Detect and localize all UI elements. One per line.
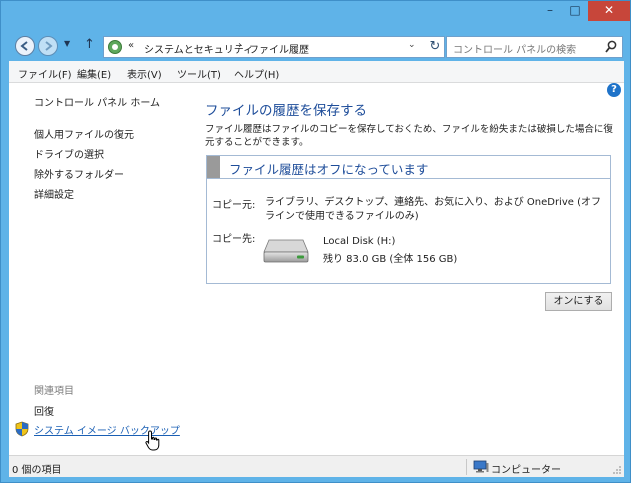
destination-disk-name: Local Disk (H:) <box>323 236 396 247</box>
page-title: ファイルの履歴を保存する <box>205 103 367 119</box>
panel-divider <box>207 178 610 179</box>
copy-destination-label: コピー先: <box>212 234 256 245</box>
related-items-heading: 関連項目 <box>34 386 74 397</box>
sidebar-item-advanced-settings[interactable]: 詳細設定 <box>34 186 74 201</box>
address-dropdown-icon[interactable]: ⌄ <box>408 40 416 50</box>
sidebar-item-select-drive[interactable]: ドライブの選択 <box>34 146 104 161</box>
status-divider <box>466 459 467 475</box>
page-description: ファイル履歴はファイルのコピーを保存しておくため、ファイルを紛失または破損した場… <box>205 124 613 148</box>
menu-view[interactable]: 表示(V) <box>127 66 162 81</box>
hand-cursor-icon <box>145 430 160 451</box>
sidebar-item-exclude-folders[interactable]: 除外するフォルダー <box>34 166 124 181</box>
content-area: コントロール パネル ホーム 個人用ファイルの復元 ドライブの選択 除外するフォ… <box>9 83 624 455</box>
control-panel-icon <box>108 40 122 54</box>
menu-help[interactable]: ヘルプ(H) <box>234 66 279 81</box>
status-title: ファイル履歴はオフになっています <box>229 162 429 177</box>
search-placeholder: コントロール パネルの検索 <box>453 45 577 56</box>
menu-file[interactable]: ファイル(F) <box>18 66 72 81</box>
address-bar[interactable]: « システムとセキュリティ › ファイル履歴 ⌄ ↻ <box>103 36 445 58</box>
breadcrumb-separator[interactable]: › <box>238 40 242 51</box>
destination-disk-space: 残り 83.0 GB (全体 156 GB) <box>323 254 458 265</box>
sidebar-item-recovery[interactable]: 回復 <box>34 403 54 418</box>
search-icon[interactable] <box>605 40 617 54</box>
item-count: 0 個の項目 <box>12 465 62 476</box>
recent-locations-chevron-icon[interactable]: ▼ <box>64 39 70 48</box>
up-arrow-icon[interactable]: ↑ <box>84 37 95 52</box>
breadcrumb-file-history[interactable]: ファイル履歴 <box>249 41 309 56</box>
navigation-bar: ▼ ↑ « システムとセキュリティ › ファイル履歴 ⌄ ↻ コントロール パネ… <box>9 31 624 61</box>
breadcrumb-system-security[interactable]: システムとセキュリティ <box>144 41 253 56</box>
uac-shield-icon <box>15 421 29 437</box>
hard-drive-icon <box>263 239 309 263</box>
status-bar: 0 個の項目 コンピューター <box>9 455 624 477</box>
turn-on-button[interactable]: オンにする <box>545 292 612 311</box>
refresh-icon[interactable]: ↻ <box>426 39 444 54</box>
forward-arrow-icon[interactable] <box>38 36 58 56</box>
menu-edit[interactable]: 編集(E) <box>77 66 111 81</box>
sidebar-item-restore-files[interactable]: 個人用ファイルの復元 <box>34 126 134 141</box>
maximize-button[interactable]: □ <box>563 1 587 21</box>
computer-icon <box>473 460 489 473</box>
search-input[interactable]: コントロール パネルの検索 <box>446 36 623 58</box>
back-arrow-icon[interactable] <box>15 36 35 56</box>
status-indicator-bar <box>207 156 220 178</box>
help-icon[interactable]: ? <box>607 83 621 97</box>
close-button[interactable]: ✕ <box>588 1 630 21</box>
window-frame: – □ ✕ ▼ ↑ « システムとセキュリティ › ファイル履歴 ⌄ ↻ コント… <box>0 0 631 483</box>
file-history-status-panel: ファイル履歴はオフになっています コピー元: ライブラリ、デスクトップ、連絡先、… <box>206 155 611 284</box>
status-location: コンピューター <box>491 465 561 476</box>
resize-grip-icon[interactable] <box>612 465 622 475</box>
minimize-button[interactable]: – <box>537 1 563 21</box>
copy-source-label: コピー元: <box>212 200 256 211</box>
address-overflow-chevron[interactable]: « <box>128 40 134 51</box>
sidebar-control-panel-home[interactable]: コントロール パネル ホーム <box>34 94 160 109</box>
menu-bar: ファイル(F) 編集(E) 表示(V) ツール(T) ヘルプ(H) <box>9 61 624 83</box>
copy-source-value: ライブラリ、デスクトップ、連絡先、お気に入り、および OneDrive (オフラ… <box>265 197 601 222</box>
menu-tools[interactable]: ツール(T) <box>177 66 221 81</box>
